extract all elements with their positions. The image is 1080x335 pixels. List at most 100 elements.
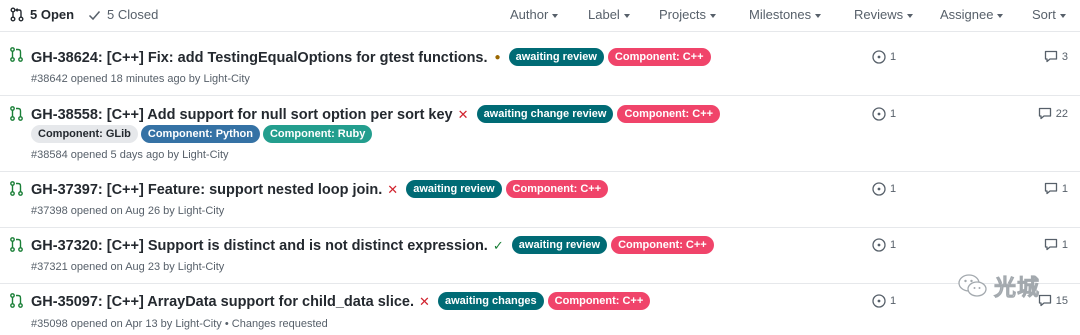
assignee-filter-label: Assignee — [940, 7, 994, 22]
pull-request-title-line: GH-37320: [C++] Support is distinct and … — [31, 236, 714, 254]
review-count: 1 — [890, 295, 897, 307]
pull-request-title-line: GH-37397: [C++] Feature: support nested … — [31, 180, 609, 198]
pull-request-title-line: GH-35097: [C++] ArrayData support for ch… — [31, 292, 651, 310]
review-dot-icon — [872, 50, 886, 64]
pull-request-meta: #35098 opened on Apr 13 by Light-City • … — [31, 318, 328, 330]
comment-count-link[interactable]: 1 — [1044, 238, 1068, 251]
pull-request-meta: #37398 opened on Aug 26 by Light-City — [31, 205, 225, 217]
pull-request-icon — [10, 7, 24, 22]
author-filter-label: Author — [510, 7, 549, 22]
label-component-cpp[interactable]: Component: C++ — [611, 236, 714, 254]
label-component-cpp[interactable]: Component: C++ — [607, 48, 711, 66]
pending-dot-icon[interactable]: ● — [495, 52, 501, 63]
pull-request-row: GH-37397: [C++] Feature: support nested … — [0, 172, 1080, 228]
pull-request-title[interactable]: GH-35097: [C++] ArrayData support for ch… — [31, 294, 414, 310]
caret-down-icon — [709, 13, 716, 18]
success-check-icon[interactable]: ✓ — [493, 238, 504, 254]
open-count: 5 — [30, 7, 38, 22]
open-pull-request-icon — [10, 181, 23, 196]
sort-filter[interactable]: Sort — [1032, 7, 1066, 22]
comment-count: 15 — [1055, 294, 1068, 307]
open-label: Open — [40, 7, 75, 22]
failed-x-icon[interactable]: ✕ — [458, 107, 469, 123]
pull-request-row: GH-35097: [C++] ArrayData support for ch… — [0, 284, 1080, 335]
review-count: 1 — [890, 108, 897, 120]
pull-request-title[interactable]: GH-38624: [C++] Fix: add TestingEqualOpt… — [31, 50, 488, 66]
pull-request-meta: #38642 opened 18 minutes ago by Light-Ci… — [31, 73, 250, 85]
review-dot-icon — [872, 107, 886, 121]
failed-x-icon[interactable]: ✕ — [419, 294, 430, 310]
comment-count-link[interactable]: 15 — [1038, 294, 1068, 307]
comment-count-link[interactable]: 22 — [1038, 107, 1068, 120]
open-pull-request-icon — [10, 106, 23, 121]
pull-request-title[interactable]: GH-37320: [C++] Support is distinct and … — [31, 238, 488, 254]
milestones-filter[interactable]: Milestones — [749, 7, 822, 22]
reviews-filter-label: Reviews — [854, 7, 904, 22]
milestones-filter-label: Milestones — [749, 7, 812, 22]
review-dot-icon — [872, 182, 886, 196]
open-pull-request-icon — [10, 237, 23, 252]
review-status[interactable]: 1 — [872, 294, 896, 308]
label-component-cpp[interactable]: Component: C++ — [547, 292, 651, 310]
caret-down-icon — [623, 13, 630, 18]
comment-icon — [1044, 50, 1058, 63]
caret-down-icon — [907, 13, 914, 18]
review-count: 1 — [890, 183, 897, 195]
label-awaiting-review[interactable]: awaiting review — [508, 48, 604, 66]
label-awaiting-review[interactable]: awaiting review — [511, 236, 608, 254]
open-filter[interactable]: 5 Open — [10, 7, 74, 22]
comment-count: 1 — [1061, 182, 1068, 195]
reviews-filter[interactable]: Reviews — [854, 7, 914, 22]
pull-request-meta: #38584 opened 5 days ago by Light-City — [31, 149, 229, 161]
pull-request-title[interactable]: GH-37397: [C++] Feature: support nested … — [31, 182, 382, 198]
label-component-python[interactable]: Component: Python — [140, 125, 260, 143]
pull-request-meta: #37321 opened on Aug 23 by Light-City — [31, 261, 225, 273]
label-awaiting-changes[interactable]: awaiting changes — [437, 292, 544, 310]
label-component-cpp[interactable]: Component: C++ — [617, 105, 721, 123]
review-status[interactable]: 1 — [872, 182, 896, 196]
caret-down-icon — [552, 13, 559, 18]
projects-filter-label: Projects — [659, 7, 706, 22]
comment-count: 22 — [1055, 107, 1068, 120]
review-dot-icon — [872, 238, 886, 252]
watermark-text: 光城 — [994, 275, 1041, 301]
label-component-cpp[interactable]: Component: C++ — [505, 180, 609, 198]
review-status[interactable]: 1 — [872, 50, 896, 64]
review-count: 1 — [890, 239, 897, 251]
caret-down-icon — [997, 13, 1004, 18]
comment-count: 1 — [1061, 238, 1068, 251]
closed-filter[interactable]: 5 Closed — [88, 7, 158, 22]
caret-down-icon — [815, 13, 822, 18]
sort-filter-label: Sort — [1032, 7, 1056, 22]
pull-request-title[interactable]: GH-38558: [C++] Add support for null sor… — [31, 107, 453, 123]
label-filter-label: Label — [588, 7, 620, 22]
review-status[interactable]: 1 — [872, 107, 896, 121]
review-status[interactable]: 1 — [872, 238, 896, 252]
label-awaiting-review[interactable]: awaiting review — [406, 180, 502, 198]
comment-count-link[interactable]: 1 — [1044, 182, 1068, 195]
label-component-ruby[interactable]: Component: Ruby — [262, 125, 373, 143]
projects-filter[interactable]: Projects — [659, 7, 716, 22]
pull-request-row: GH-38558: [C++] Add support for null sor… — [0, 96, 1080, 172]
wechat-logo-icon — [958, 274, 987, 297]
open-pull-request-icon — [10, 47, 23, 62]
comment-icon — [1038, 107, 1051, 120]
label-component-glib[interactable]: Component: GLib — [31, 125, 138, 143]
label-awaiting-change-review[interactable]: awaiting change review — [476, 105, 614, 123]
issues-toolbar: 5 Open 5 Closed Author Label Projects Mi… — [0, 0, 1080, 32]
author-filter[interactable]: Author — [510, 7, 559, 22]
pull-request-title-line: GH-38558: [C++] Add support for null sor… — [31, 105, 721, 123]
failed-x-icon[interactable]: ✕ — [387, 182, 398, 198]
label-filter[interactable]: Label — [588, 7, 630, 22]
pull-request-row: GH-38624: [C++] Fix: add TestingEqualOpt… — [0, 32, 1080, 96]
watermark: 光城 — [958, 270, 1040, 302]
open-pull-request-icon — [10, 293, 23, 308]
closed-label: Closed — [117, 7, 159, 22]
assignee-filter[interactable]: Assignee — [940, 7, 1004, 22]
check-icon — [88, 10, 101, 20]
pull-request-labels-second-line: Component: GLib Component: Python Componen… — [31, 125, 375, 144]
review-dot-icon — [872, 294, 886, 308]
comment-count-link[interactable]: 3 — [1044, 50, 1068, 63]
pull-request-title-line: GH-38624: [C++] Fix: add TestingEqualOpt… — [31, 48, 711, 66]
caret-down-icon — [1059, 13, 1066, 18]
